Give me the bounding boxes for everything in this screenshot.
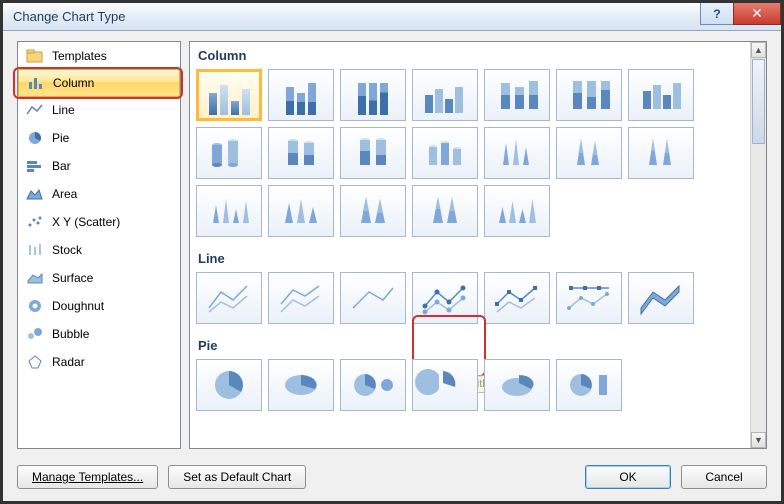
chart-stacked-pyramid[interactable] — [340, 185, 406, 237]
chart-100-stacked-pyramid[interactable] — [412, 185, 478, 237]
set-as-default-chart-button[interactable]: Set as Default Chart — [168, 465, 306, 489]
chart-100-stacked-line[interactable] — [340, 272, 406, 324]
chart-3d-column[interactable] — [628, 69, 694, 121]
cancel-button[interactable]: Cancel — [681, 465, 767, 489]
category-label: X Y (Scatter) — [52, 215, 120, 229]
category-list: Templates Column Line Pie Bar Area X Y (… — [17, 41, 181, 449]
scroll-down-button[interactable]: ▼ — [751, 432, 766, 448]
chart-stacked-column[interactable] — [268, 69, 334, 121]
chart-100-stacked-cylinder[interactable] — [340, 127, 406, 179]
chart-100-stacked-column[interactable] — [340, 69, 406, 121]
category-doughnut[interactable]: Doughnut — [18, 292, 180, 320]
category-radar[interactable]: Radar — [18, 348, 180, 376]
chart-stacked-cone[interactable] — [556, 127, 622, 179]
chart-3d-pie[interactable] — [268, 359, 334, 411]
manage-templates-button[interactable]: Manage Templates... — [17, 465, 158, 489]
dialog-title: Change Chart Type — [13, 9, 126, 24]
chart-100-stacked-cone[interactable] — [628, 127, 694, 179]
chart-clustered-cone[interactable] — [484, 127, 550, 179]
chart-3d-100-stacked-column[interactable] — [556, 69, 622, 121]
category-label: Templates — [52, 49, 107, 63]
bar-icon — [26, 158, 44, 174]
category-label: Pie — [52, 131, 69, 145]
category-label: Surface — [52, 271, 93, 285]
chart-line-with-markers[interactable] — [412, 272, 478, 324]
radar-icon — [26, 354, 44, 370]
chart-stacked-cylinder[interactable] — [268, 127, 334, 179]
scatter-icon — [26, 214, 44, 230]
section-column: Column — [190, 42, 766, 245]
stock-icon — [26, 242, 44, 258]
section-heading: Column — [190, 42, 766, 67]
chart-exploded-3d-pie[interactable] — [484, 359, 550, 411]
chart-pie-of-pie[interactable] — [340, 359, 406, 411]
category-column[interactable]: Column — [18, 69, 180, 97]
category-stock[interactable]: Stock — [18, 236, 180, 264]
chart-stacked-line[interactable] — [268, 272, 334, 324]
category-bar[interactable]: Bar — [18, 152, 180, 180]
chart-3d-pyramid[interactable] — [484, 185, 550, 237]
column-icon — [27, 75, 45, 91]
chart-stacked-line-with-markers[interactable] — [484, 272, 550, 324]
category-bubble[interactable]: Bubble — [18, 320, 180, 348]
category-area[interactable]: Area — [18, 180, 180, 208]
category-label: Area — [52, 187, 77, 201]
area-icon — [26, 186, 44, 202]
help-button[interactable]: ? — [700, 3, 734, 25]
chart-pie[interactable] — [196, 359, 262, 411]
chart-clustered-pyramid[interactable] — [268, 185, 334, 237]
chart-bar-of-pie[interactable] — [556, 359, 622, 411]
chart-3d-cone[interactable] — [196, 185, 262, 237]
category-label: Doughnut — [52, 299, 104, 313]
doughnut-icon — [26, 298, 44, 314]
titlebar: Change Chart Type ? ✕ — [3, 3, 781, 31]
category-scatter[interactable]: X Y (Scatter) — [18, 208, 180, 236]
section-line: Line — [190, 245, 766, 332]
category-label: Column — [53, 76, 94, 90]
section-heading: Pie — [190, 332, 766, 357]
category-line[interactable]: Line — [18, 96, 180, 124]
chart-3d-clustered-column[interactable] — [412, 69, 478, 121]
chart-line[interactable] — [196, 272, 262, 324]
chart-exploded-pie[interactable] — [412, 359, 478, 411]
category-label: Radar — [52, 355, 85, 369]
folder-icon — [26, 48, 44, 64]
category-pie[interactable]: Pie — [18, 124, 180, 152]
category-label: Bar — [52, 159, 71, 173]
chart-3d-line[interactable] — [628, 272, 694, 324]
category-label: Bubble — [52, 327, 89, 341]
category-label: Line — [52, 103, 75, 117]
pie-icon — [26, 130, 44, 146]
line-icon — [26, 102, 44, 118]
close-button[interactable]: ✕ — [733, 3, 781, 25]
scrollbar[interactable]: ▲ ▼ — [750, 42, 766, 448]
category-surface[interactable]: Surface — [18, 264, 180, 292]
scroll-thumb[interactable] — [752, 59, 765, 144]
chart-3d-stacked-column[interactable] — [484, 69, 550, 121]
bubble-icon — [26, 326, 44, 342]
section-heading: Line — [190, 245, 766, 270]
surface-icon — [26, 270, 44, 286]
chart-type-panel: Column — [189, 41, 767, 449]
category-label: Stock — [52, 243, 82, 257]
chart-clustered-cylinder[interactable] — [196, 127, 262, 179]
category-templates[interactable]: Templates — [18, 42, 180, 70]
chart-3d-cylinder[interactable] — [412, 127, 478, 179]
dialog-body: Templates Column Line Pie Bar Area X Y (… — [3, 31, 781, 501]
scroll-up-button[interactable]: ▲ — [751, 42, 766, 58]
ok-button[interactable]: OK — [585, 465, 671, 489]
chart-clustered-column[interactable] — [196, 69, 262, 121]
chart-100-stacked-line-with-markers[interactable] — [556, 272, 622, 324]
dialog-footer: Manage Templates... Set as Default Chart… — [17, 465, 767, 489]
